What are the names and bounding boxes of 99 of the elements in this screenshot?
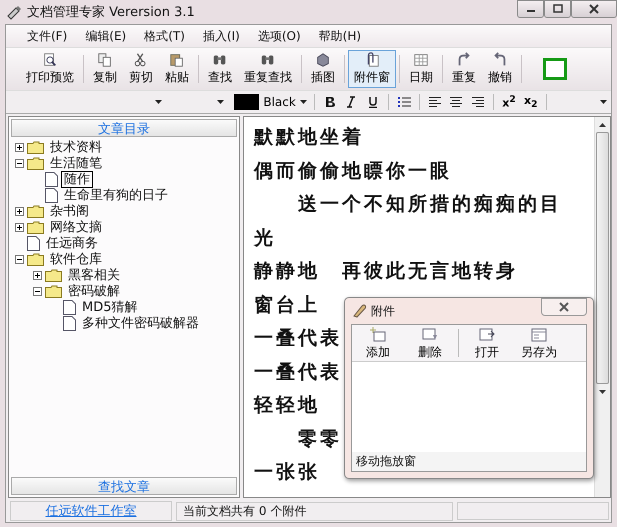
pen-icon	[6, 4, 22, 20]
tree-item[interactable]: 杂书阁	[47, 202, 92, 220]
expander-icon[interactable]	[15, 254, 24, 264]
toolbar-button[interactable]: 删除	[404, 326, 456, 360]
paperclip-icon	[351, 303, 367, 319]
tree-item[interactable]: 密码破解	[65, 282, 123, 300]
scrollbar[interactable]	[594, 117, 610, 497]
menu-item[interactable]: 插入(I)	[196, 28, 247, 44]
toolbar-button[interactable]: 查找	[202, 50, 238, 88]
tree-item[interactable]: 生活随笔	[47, 154, 105, 172]
menu-item[interactable]: 格式(T)	[137, 28, 192, 44]
drop-zone-label: 移动拖放窗	[352, 452, 586, 471]
open-icon	[478, 326, 496, 344]
toolbar-button[interactable]: 打印预览	[20, 50, 80, 88]
caret-icon	[216, 100, 224, 104]
menu-item[interactable]: 编辑(E)	[78, 28, 134, 44]
text-line: 送一个不知所措的痴痴的目	[297, 192, 562, 217]
document-icon	[63, 316, 76, 330]
document-icon	[45, 172, 58, 186]
menu-item[interactable]: 文件(F)	[20, 28, 74, 44]
toolbar-button[interactable]: 日期	[403, 50, 439, 88]
tree-item[interactable]: 任远商务	[43, 234, 101, 252]
folder-icon	[27, 252, 44, 266]
tree-item[interactable]: MD5猜解	[79, 298, 140, 316]
tree-item[interactable]: 网络文摘	[47, 218, 105, 236]
toolbar-button[interactable]: 添加	[352, 326, 404, 360]
toolbar-button[interactable]: 打开	[461, 326, 513, 360]
expander-icon[interactable]	[15, 206, 24, 216]
caret-icon	[600, 100, 608, 104]
minimize-button[interactable]	[517, 0, 544, 18]
expander-icon[interactable]	[33, 286, 42, 296]
menu-item[interactable]: 帮助(H)	[312, 28, 368, 44]
tree-item[interactable]: 随作	[61, 170, 93, 188]
toolbar-button[interactable]: 复制	[87, 50, 123, 88]
text-line: 一叠代表	[254, 360, 342, 384]
text-line: 光	[254, 226, 276, 250]
tree-item[interactable]: 技术资料	[47, 138, 105, 156]
studio-link[interactable]: 任远软件工作室	[10, 501, 172, 521]
close-icon	[558, 302, 570, 312]
window-title: 文档管理专家 Verersion 3.1	[27, 4, 195, 21]
subscript-button[interactable]: x$_{2}$	[520, 93, 541, 111]
folder-icon	[27, 156, 44, 170]
toolbar-button[interactable]: 重复	[446, 50, 482, 88]
add-icon	[369, 326, 387, 344]
tree-item[interactable]: 软件仓库	[47, 250, 105, 268]
text-line: 零零	[297, 426, 342, 452]
toolbar-button[interactable]: 剪切	[123, 50, 159, 88]
clipboard-icon	[168, 52, 186, 68]
window-title: 附件	[371, 302, 395, 320]
toolbar-button[interactable]: 撤销	[482, 50, 518, 88]
text-line: 一张张	[254, 460, 320, 485]
document-icon	[27, 236, 40, 250]
caret-icon	[300, 100, 307, 104]
color-preview	[234, 94, 260, 110]
color-swatch[interactable]	[543, 58, 567, 80]
tree-item[interactable]: 生命里有狗的日子	[61, 186, 171, 204]
color-dropdown[interactable]: Black	[261, 93, 309, 111]
maximize-icon	[552, 4, 564, 14]
status-message: 当前文档共有 0 个附件	[176, 502, 453, 520]
folder-icon	[27, 140, 44, 154]
expander-icon[interactable]	[33, 270, 42, 280]
calendar-icon	[412, 52, 430, 68]
expander-icon[interactable]	[15, 142, 24, 152]
toolbar-button[interactable]: 另存为	[513, 326, 565, 360]
text-line: 轻轻地	[254, 393, 320, 418]
menu-item[interactable]: 选项(O)	[250, 28, 308, 44]
copy-icon	[96, 52, 114, 68]
text-line: 一叠代表	[254, 326, 342, 351]
close-button[interactable]	[541, 298, 587, 316]
text-editor[interactable]: 默默地坐着 偶而偷偷地瞟你一眼 送一个不知所措的痴痴的目 光 静静地 再彼此无言地转身 窗台上 一叠代表 一叠代表 轻轻地 零零 一张张 附件 添加 删除 打开 另存为 移动拖放窗	[243, 116, 611, 498]
toolbar-button[interactable]: 粘贴	[159, 50, 195, 88]
scroll-down-icon	[599, 390, 606, 394]
maximize-button[interactable]	[544, 0, 571, 18]
text-line: 静静地 再彼此无言地转身	[254, 259, 518, 284]
tree-item[interactable]: 黑客相关	[65, 266, 123, 284]
text-line: 偶而偷偷地瞟你一眼	[254, 158, 452, 184]
text-line: 默默地坐着	[254, 125, 364, 150]
close-button[interactable]	[571, 0, 617, 18]
toolbar-button[interactable]: 重复查找	[238, 50, 298, 88]
text-line: 窗台上	[254, 292, 320, 318]
expander-icon[interactable]	[15, 158, 24, 168]
find-article-button[interactable]: 查找文章	[11, 477, 237, 495]
folder-icon	[45, 268, 62, 282]
superscript-button[interactable]: x$^{2}$	[499, 93, 519, 111]
tree-item[interactable]: 多种文件密码破解器	[79, 314, 202, 332]
folder-icon	[27, 204, 44, 218]
caret-icon	[155, 100, 162, 104]
document-icon	[45, 188, 58, 202]
expander-icon[interactable]	[15, 222, 24, 232]
toolbar-button[interactable]: 附件窗	[348, 50, 396, 88]
folder-icon	[45, 284, 62, 298]
document-icon	[63, 300, 76, 314]
close-icon	[587, 3, 601, 15]
toolbar-button[interactable]: 插图	[305, 50, 341, 88]
save-icon	[530, 326, 548, 344]
catalog-header-button[interactable]: 文章目录	[11, 119, 237, 137]
scroll-up-icon	[599, 122, 606, 126]
magnifier-icon	[41, 52, 59, 68]
folder-icon	[27, 220, 44, 234]
